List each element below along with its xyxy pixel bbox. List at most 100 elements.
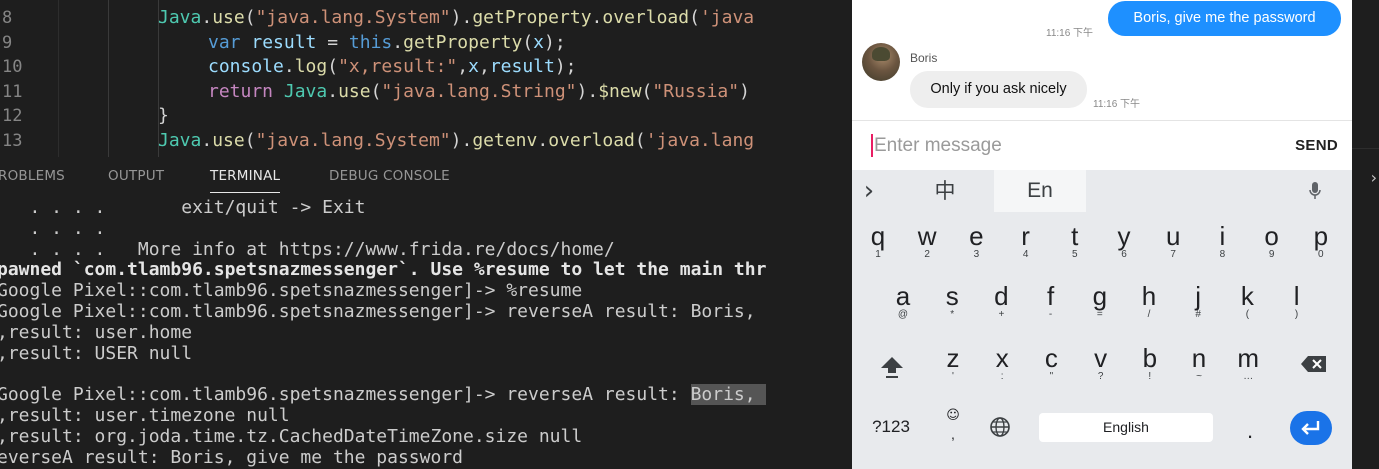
emoji-icon[interactable]: ☺	[940, 408, 966, 423]
key-j[interactable]: j #	[1178, 282, 1218, 320]
code-token: .	[327, 80, 339, 102]
enter-key[interactable]	[1290, 411, 1332, 445]
key-hint: :	[1000, 371, 1004, 382]
key-s[interactable]: s *	[932, 282, 972, 320]
chinese-input-button[interactable]: 中	[914, 170, 976, 212]
key-hint: /	[1147, 309, 1151, 320]
key-m[interactable]: m…	[1228, 344, 1268, 382]
key-hint: …	[1243, 371, 1254, 382]
key-y[interactable]: y6	[1104, 222, 1144, 260]
english-input-button[interactable]: En	[994, 170, 1086, 212]
terminal-line-text: . . . .	[0, 217, 106, 239]
sender-name: Boris	[910, 51, 938, 65]
key-x[interactable]: x:	[982, 344, 1022, 382]
code-token: .	[392, 31, 404, 53]
code-editor[interactable]: 8 9 10 11 12 13 Java.use("java.lang.System").…	[0, 0, 852, 157]
selection-highlight: Boris,	[690, 384, 767, 406]
message-input[interactable]	[870, 129, 1254, 163]
key-u[interactable]: u7	[1153, 222, 1193, 260]
code-token: ,	[457, 56, 469, 77]
key-label: o	[1264, 221, 1279, 251]
key-hint: !	[1148, 371, 1152, 382]
key-n[interactable]: n ~	[1179, 344, 1219, 382]
code-token: use	[338, 80, 371, 102]
key-w[interactable]: w2	[907, 222, 947, 260]
terminal-line: Google Pixel::com.tlamb96.spetsnazmessen…	[0, 280, 582, 302]
microphone-icon[interactable]	[1300, 170, 1330, 212]
symbols-key[interactable]: ?123	[862, 417, 920, 437]
key-hint: 3	[973, 249, 980, 260]
terminal-line-text: everseA result: Boris, give me the passw…	[0, 446, 463, 468]
terminal-line: everseA result: Boris, give me the passw…	[0, 446, 463, 469]
received-timestamp: 11:16 下午	[1093, 99, 1141, 110]
chevron-right-icon[interactable]: ›	[1371, 168, 1377, 187]
key-label: h	[1141, 281, 1157, 311]
key-t[interactable]: t5	[1055, 222, 1095, 260]
terminal-line-text: ,result: org.joda.time.tz.CachedDateTime…	[0, 425, 583, 447]
key-label: a	[895, 281, 911, 311]
key-hint: 9	[1268, 249, 1275, 260]
key-l[interactable]: l)	[1277, 282, 1317, 320]
chevron-right-icon[interactable]: ›	[854, 170, 884, 212]
terminal-output[interactable]: . . . . exit/quit -> Exit . . . . . . . …	[0, 196, 852, 469]
code-token: )	[739, 80, 750, 102]
key-label: i	[1219, 221, 1226, 251]
key-d[interactable]: d +	[981, 282, 1021, 320]
line-number: 12	[2, 106, 23, 126]
code-token: (	[327, 56, 339, 77]
key-label: y	[1117, 221, 1131, 251]
terminal-line-text: ,result: user.home	[0, 321, 193, 343]
key-hint: #	[1195, 309, 1201, 320]
tab-output[interactable]: OUTPUT	[108, 168, 164, 184]
code-token: result	[489, 56, 555, 77]
key-k[interactable]: k(	[1227, 282, 1267, 320]
code-token: );	[544, 31, 566, 53]
key-b[interactable]: b!	[1130, 344, 1170, 382]
terminal-line-text: . . . . More info at https://www.frida.r…	[0, 238, 615, 260]
comma-key[interactable]: ,	[940, 426, 966, 442]
key-i[interactable]: i8	[1202, 222, 1242, 260]
key-r[interactable]: r4	[1006, 222, 1046, 260]
key-p[interactable]: p0	[1301, 222, 1341, 260]
key-z[interactable]: z '	[933, 344, 973, 382]
code-token: Java	[158, 7, 202, 28]
space-key[interactable]: English	[1039, 413, 1213, 442]
key-g[interactable]: g =	[1080, 282, 1120, 320]
key-label: l	[1293, 281, 1300, 311]
tab-terminal[interactable]: TERMINAL	[210, 168, 281, 193]
key-label: v	[1094, 343, 1108, 373]
key-label: u	[1165, 221, 1181, 251]
send-button[interactable]: SEND	[1295, 137, 1338, 154]
terminal-line-text: Google Pixel::com.tlamb96.spetsnazmessen…	[0, 384, 691, 406]
key-label: c	[1044, 343, 1058, 373]
avatar[interactable]	[862, 43, 900, 81]
key-e[interactable]: e3	[956, 222, 996, 260]
backspace-key[interactable]	[1294, 353, 1334, 381]
code-line: var result = this.getProperty(x);	[208, 31, 566, 56]
key-f[interactable]: f-	[1031, 282, 1071, 320]
key-label: d	[994, 281, 1009, 311]
shift-key[interactable]	[874, 355, 910, 385]
code-line: }	[158, 104, 169, 129]
key-o[interactable]: o9	[1252, 222, 1292, 260]
period-key[interactable]: .	[1240, 418, 1260, 444]
globe-icon[interactable]	[986, 416, 1014, 443]
tab-problems[interactable]: ROBLEMS	[0, 168, 65, 184]
key-label: t	[1071, 221, 1079, 251]
terminal-line: ,result: org.joda.time.tz.CachedDateTime…	[0, 425, 583, 448]
key-a[interactable]: a @	[883, 282, 923, 320]
terminal-line-text: ,result: user.timezone null	[0, 405, 290, 426]
terminal-line-text: pawned `com.tlamb96.spetsnazmessenger`. …	[0, 259, 767, 281]
key-q[interactable]: q1	[858, 222, 898, 260]
code-token: "x,result:"	[338, 56, 458, 77]
code-token: 'java	[699, 7, 755, 28]
key-h[interactable]: h /	[1129, 282, 1169, 320]
code-line: console.log("x,result:",x,result);	[208, 55, 577, 80]
received-message-bubble: Only if you ask nicely	[910, 71, 1087, 108]
key-hint: 4	[1022, 249, 1029, 260]
key-c[interactable]: c "	[1031, 344, 1071, 382]
key-v[interactable]: v?	[1081, 344, 1121, 382]
code-token: (	[370, 80, 382, 102]
code-token: "Russia"	[652, 80, 740, 102]
tab-debug-console[interactable]: DEBUG CONSOLE	[329, 168, 450, 184]
